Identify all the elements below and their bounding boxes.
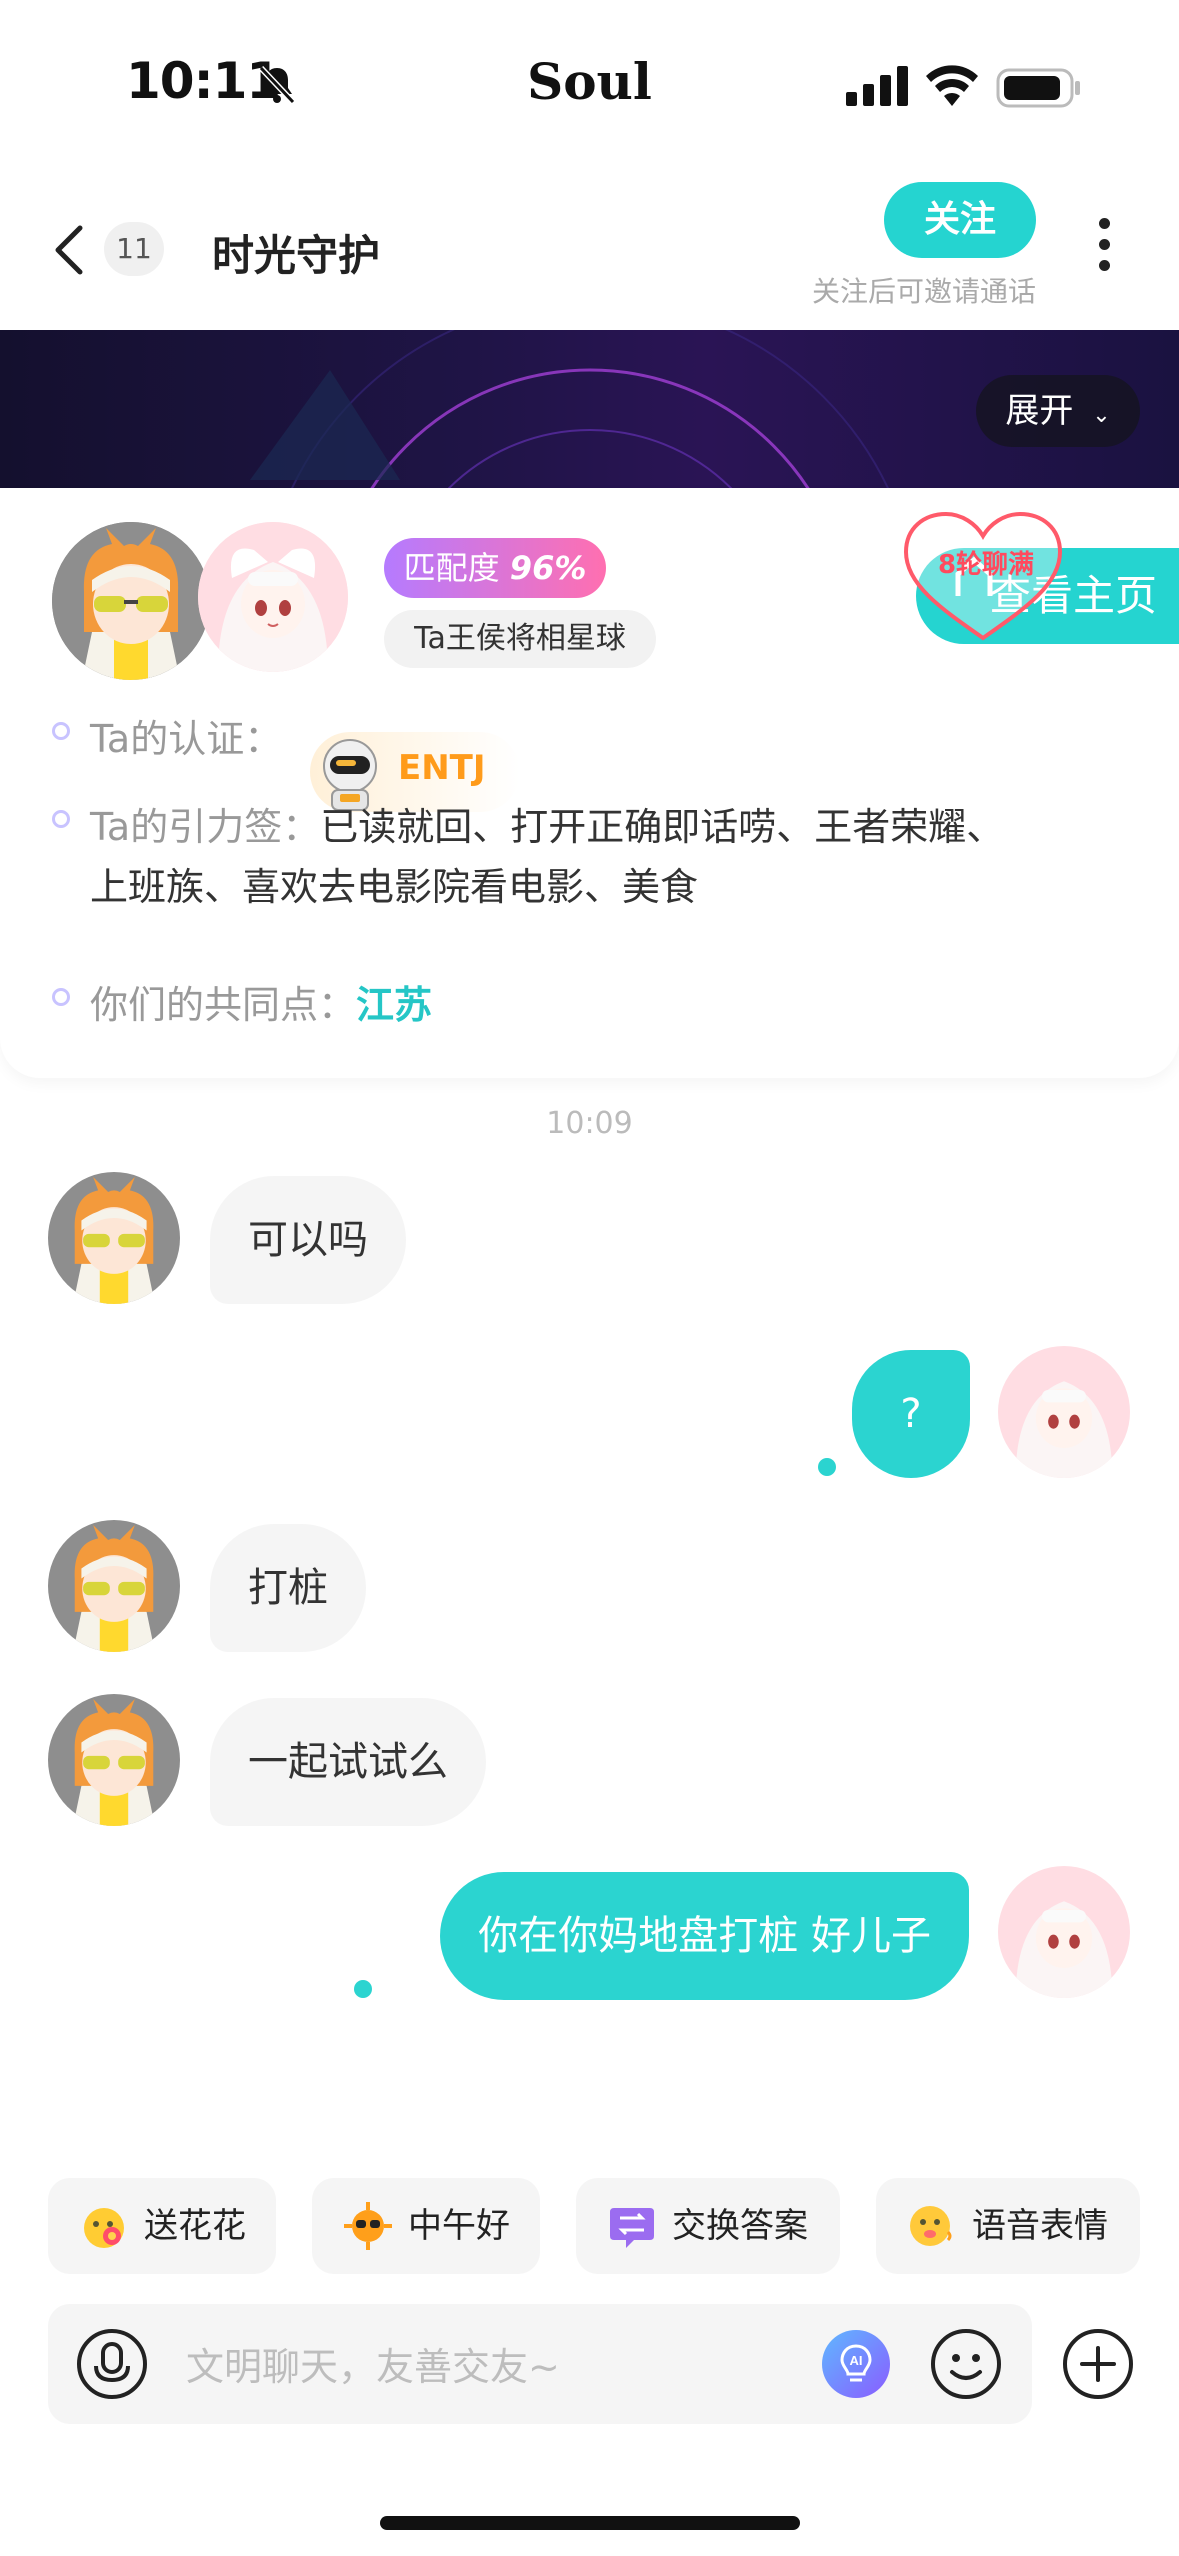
quick-reply-exchange-answers[interactable]: 交换答案 bbox=[576, 2178, 840, 2274]
message-bubble-incoming[interactable]: 一起试试么 bbox=[210, 1698, 486, 1826]
flower-emoji-icon bbox=[84, 2208, 124, 2248]
quick-reply-label: 交换答案 bbox=[672, 2206, 808, 2246]
cellular-signal-icon bbox=[846, 66, 908, 106]
quick-reply-label: 中午好 bbox=[408, 2206, 510, 2246]
expand-button[interactable]: 展开 ⌄ bbox=[976, 375, 1140, 447]
my-avatar-illustration bbox=[998, 1866, 1130, 1998]
match-score-badge: 匹配度 96% bbox=[384, 538, 606, 598]
partner-avatar[interactable] bbox=[48, 1172, 180, 1304]
home-indicator[interactable] bbox=[380, 2516, 800, 2530]
follow-button[interactable]: 关注 bbox=[884, 182, 1036, 258]
follow-hint: 关注后可邀请通话 bbox=[811, 275, 1036, 308]
bullet-dot bbox=[52, 988, 70, 1006]
profile-card: 匹配度 96% Ta王侯将相星球 查看主页 8轮聊满 Ta的认证： ENTJ T… bbox=[0, 488, 1179, 1078]
unread-count-badge[interactable]: 11 bbox=[104, 222, 164, 276]
chat-rounds-badge: 8轮聊满 bbox=[937, 550, 1035, 580]
chat-title: 时光守护 bbox=[212, 231, 381, 280]
svg-text:AI: AI bbox=[850, 2353, 863, 2368]
battery-icon bbox=[996, 68, 1080, 108]
input-placeholder: 文明聊天，友善交友~ bbox=[186, 2345, 560, 2389]
common-label: 你们的共同点： bbox=[90, 983, 357, 1027]
planet-tag[interactable]: Ta王侯将相星球 bbox=[384, 610, 656, 668]
bullet-dot bbox=[52, 810, 70, 828]
gravity-label: Ta的引力签：已读就回、打开正确即话唠、王者荣耀、 bbox=[90, 796, 1004, 851]
match-prefix: 匹配度 bbox=[403, 549, 500, 587]
bullet-dot bbox=[52, 722, 70, 740]
exchange-icon bbox=[610, 2208, 654, 2248]
read-indicator-dot bbox=[354, 1980, 372, 1998]
common-point-value[interactable]: 江苏 bbox=[356, 983, 432, 1027]
partner-avatar[interactable] bbox=[48, 1694, 180, 1826]
partner-avatar[interactable] bbox=[52, 522, 210, 680]
quick-reply-good-noon[interactable]: 中午好 bbox=[312, 2178, 540, 2274]
plus-circle-icon[interactable] bbox=[1062, 2328, 1134, 2400]
microphone-icon[interactable] bbox=[76, 2328, 148, 2400]
my-avatar-illustration bbox=[998, 1346, 1130, 1478]
my-avatar[interactable] bbox=[998, 1866, 1130, 1998]
partner-avatar-illustration bbox=[52, 522, 210, 680]
chat-header: 11 时光守护 关注 关注后可邀请通话 bbox=[0, 170, 1179, 330]
quick-reply-flowers[interactable]: 送花花 bbox=[48, 2178, 276, 2274]
ai-bulb-icon[interactable]: AI bbox=[820, 2328, 892, 2400]
partner-avatar-illustration bbox=[48, 1172, 180, 1304]
gravity-label-text: Ta的引力签： bbox=[90, 805, 321, 849]
common-label-wrap: 你们的共同点：江苏 bbox=[90, 974, 432, 1029]
message-bubble-incoming[interactable]: 可以吗 bbox=[210, 1176, 406, 1304]
certification-row: Ta的认证： bbox=[52, 700, 1052, 761]
chevron-left-icon[interactable] bbox=[50, 220, 90, 280]
quick-reply-label: 语音表情 bbox=[972, 2206, 1108, 2246]
smiley-icon[interactable] bbox=[930, 2328, 1002, 2400]
partner-avatar-illustration bbox=[48, 1520, 180, 1652]
match-value: 96% bbox=[509, 549, 587, 587]
status-bar: 10:11 Soul bbox=[0, 0, 1179, 170]
read-indicator-dot bbox=[818, 1458, 836, 1476]
quick-reply-voice-emoji[interactable]: 语音表情 bbox=[876, 2178, 1140, 2274]
gravity-tags-line2: 上班族、喜欢去电影院看电影、美食 bbox=[90, 865, 699, 909]
wifi-icon bbox=[926, 65, 978, 106]
more-vertical-icon[interactable] bbox=[1094, 210, 1114, 290]
message-bubble-incoming[interactable]: 打桩 bbox=[210, 1524, 366, 1652]
gravity-tags-line1: 已读就回、打开正确即话唠、王者荣耀、 bbox=[320, 805, 1005, 849]
common-points-row: 你们的共同点：江苏 bbox=[52, 966, 1052, 1029]
sun-sunglasses-icon bbox=[344, 2202, 392, 2250]
message-bubble-outgoing[interactable]: 你在你妈地盘打桩 好儿子 bbox=[440, 1872, 969, 2000]
quick-reply-label: 送花花 bbox=[144, 2206, 246, 2246]
my-avatar[interactable] bbox=[198, 522, 348, 672]
partner-avatar-illustration bbox=[48, 1694, 180, 1826]
gravity-tags-row: Ta的引力签：已读就回、打开正确即话唠、王者荣耀、 上班族、喜欢去电影院看电影、… bbox=[52, 788, 1152, 918]
message-bubble-outgoing[interactable]: ? bbox=[852, 1350, 970, 1478]
expand-label: 展开 bbox=[1005, 391, 1074, 431]
partner-avatar[interactable] bbox=[48, 1520, 180, 1652]
certification-label: Ta的认证： bbox=[90, 717, 283, 761]
mbti-type: ENTJ bbox=[398, 748, 486, 788]
profile-banner: 展开 ⌄ bbox=[0, 330, 1179, 488]
chevron-down-icon: ⌄ bbox=[1092, 403, 1111, 428]
message-timestamp: 10:09 bbox=[546, 1106, 633, 1141]
voice-emoji-icon bbox=[910, 2206, 952, 2246]
my-avatar[interactable] bbox=[998, 1346, 1130, 1478]
my-avatar-illustration bbox=[198, 522, 348, 672]
